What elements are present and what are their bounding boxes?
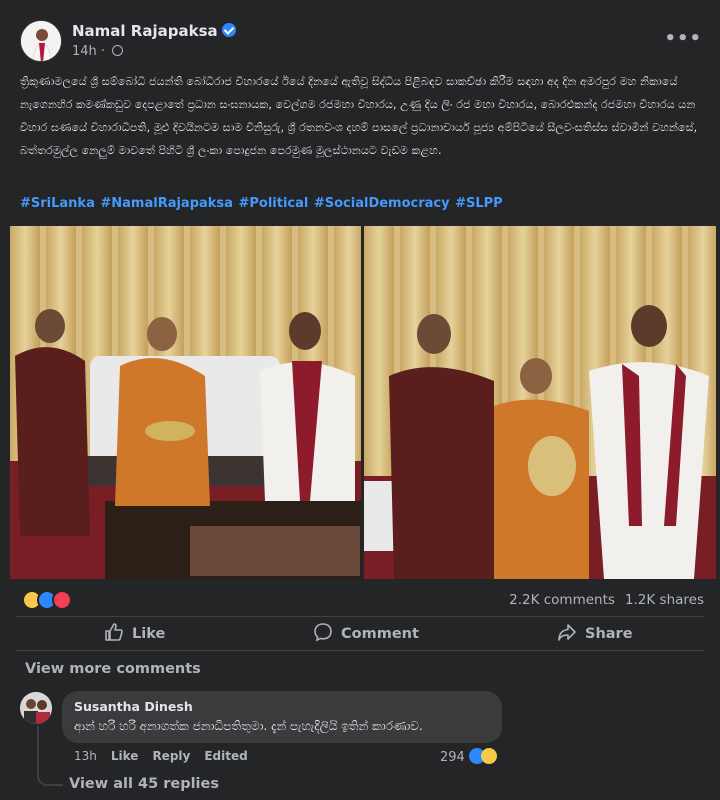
post-photo-2[interactable] — [364, 226, 716, 579]
love-reaction-icon — [52, 590, 72, 610]
author-name[interactable]: Namal Rajapaksa — [72, 22, 236, 40]
like-button[interactable]: Like — [104, 622, 165, 642]
commenter-name[interactable]: Susantha Dinesh — [74, 699, 193, 714]
post-meta: 14h · — [72, 44, 124, 59]
comment-text: ආන් හරි හරි අනාගත්ක ජනාධිපතිතුමා. දැන් ප… — [74, 719, 423, 733]
divider — [16, 650, 704, 651]
comment-bubble-icon — [314, 623, 332, 642]
thumbs-up-icon — [105, 623, 123, 641]
post-stats: 2.2K comments 1.2K shares — [499, 592, 704, 608]
verified-badge-icon — [221, 23, 236, 37]
post-caption: ත්‍රිකුණාමලයේ ශ්‍රී සම්බෝධි ජයන්ති බෝධිර… — [20, 75, 698, 157]
more-options-icon[interactable]: ••• — [664, 28, 702, 49]
author-name-text[interactable]: Namal Rajapaksa — [72, 22, 218, 40]
shares-count[interactable]: 1.2K shares — [625, 592, 704, 608]
comment-meta: 13h Like Reply Edited — [74, 749, 262, 763]
share-label: Share — [585, 626, 633, 642]
like-label: Like — [132, 626, 166, 642]
post-photo-1[interactable] — [10, 226, 361, 579]
comment-reaction-count: 294 — [440, 750, 465, 765]
divider — [16, 616, 704, 617]
share-button[interactable]: Share — [557, 622, 633, 642]
comment-label: Comment — [341, 626, 419, 642]
comment-reactions[interactable]: 294 — [440, 748, 497, 765]
comment-time[interactable]: 13h — [74, 749, 97, 763]
comment-bubble: Susantha Dinesh ආන් හරි හරි අනාගත්ක ජනාධ… — [62, 691, 502, 743]
post-hashtags[interactable]: #SriLanka #NamalRajapaksa #Political #So… — [20, 196, 503, 211]
comment-button[interactable]: Comment — [313, 622, 419, 642]
comment-reply-button[interactable]: Reply — [152, 749, 190, 763]
author-avatar[interactable] — [20, 20, 62, 62]
view-all-replies-link[interactable]: View all 45 replies — [69, 776, 219, 792]
view-more-comments-link[interactable]: View more comments — [25, 661, 201, 677]
comment-edited-label: Edited — [204, 749, 248, 763]
post-time[interactable]: 14h — [72, 44, 97, 59]
globe-icon — [112, 45, 124, 56]
comments-count[interactable]: 2.2K comments — [509, 592, 615, 608]
facebook-post: Namal Rajapaksa 14h · ••• ත්‍රිකුණාමලයේ … — [0, 0, 720, 800]
haha-reaction-icon — [480, 748, 497, 764]
comment-like-button[interactable]: Like — [111, 749, 139, 763]
share-arrow-icon — [558, 624, 576, 641]
reply-thread-line — [37, 726, 63, 786]
commenter-avatar[interactable] — [20, 692, 52, 724]
post-actions: Like Comment Share — [0, 618, 720, 648]
